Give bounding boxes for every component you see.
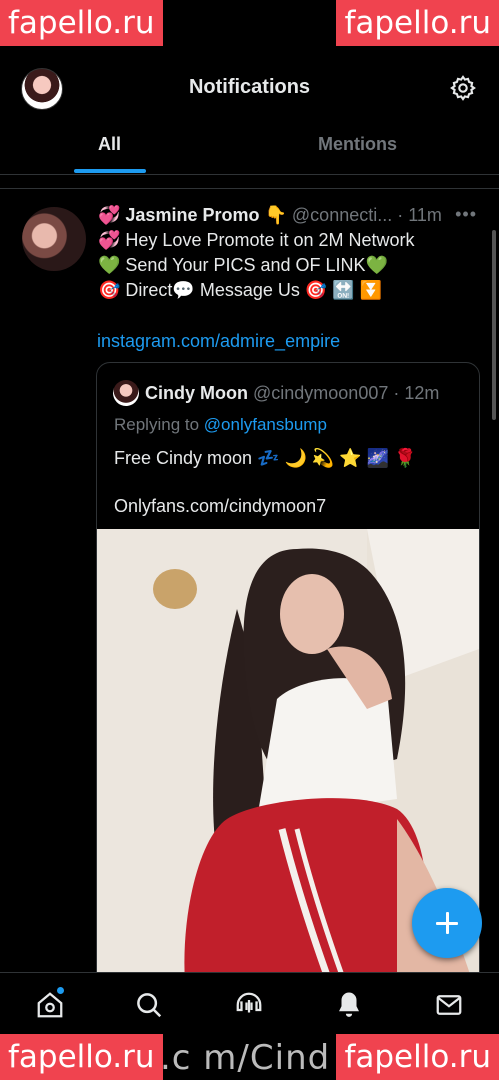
tab-all[interactable]: All <box>98 134 121 155</box>
tweet-author-handle: @connecti... <box>291 205 393 225</box>
tweet-time: · 11m <box>397 205 442 225</box>
watermark-top-left: fapello.ru <box>0 0 163 46</box>
replying-to: Replying to @onlyfansbump <box>114 415 327 435</box>
active-tab-indicator <box>74 169 146 173</box>
reply-mention-link[interactable]: @onlyfansbump <box>204 415 327 434</box>
mail-icon[interactable] <box>434 990 464 1020</box>
search-icon[interactable] <box>134 990 164 1020</box>
quoted-tweet-header: Cindy Moon @cindymoon007 · 12m <box>145 383 439 404</box>
tweet-text-line: 💞 Hey Love Promote it on 2M Network <box>98 230 415 250</box>
watermark-bottom-left: fapello.ru <box>0 1034 163 1080</box>
tweet-text-line: 🎯 Direct💬 Message Us 🎯 🔛 ⏬ <box>98 280 383 300</box>
top-bar: Notifications <box>0 60 499 118</box>
divider <box>0 188 499 189</box>
quoted-tweet-url[interactable]: Onlyfans.com/cindymoon7 <box>114 496 326 517</box>
bell-icon[interactable] <box>334 990 364 1020</box>
more-dots-icon[interactable]: ••• <box>455 204 477 225</box>
quoted-tweet-time: · 12m <box>393 383 440 403</box>
quoted-author-handle: @cindymoon007 <box>253 383 389 403</box>
new-content-dot <box>57 987 64 994</box>
watermark-top-right: fapello.ru <box>336 0 499 46</box>
gear-icon[interactable] <box>449 74 477 102</box>
compose-plus-icon[interactable] <box>412 888 482 958</box>
bottom-nav <box>0 972 499 1039</box>
replying-to-label: Replying to <box>114 415 200 434</box>
quoted-author-name: Cindy Moon <box>145 383 248 403</box>
tweet-author-avatar[interactable] <box>22 207 86 271</box>
tweet-header: 💞 Jasmine Promo 👇 @connecti... · 11m <box>98 205 442 226</box>
home-icon[interactable] <box>35 990 65 1020</box>
quoted-tweet-text: Free Cindy moon 💤 🌙 💫 ⭐ 🌌 🌹 <box>114 448 417 468</box>
quoted-author-avatar[interactable] <box>113 380 139 406</box>
notification-tabs: All Mentions <box>0 118 499 175</box>
tweet-author-name[interactable]: 💞 Jasmine Promo 👇 <box>98 205 287 225</box>
watermark-footer-text: .c m/Cind <box>160 1038 331 1078</box>
tweet-text-line: 💚 Send Your PICS and OF LINK💚 <box>98 255 388 275</box>
tab-mentions[interactable]: Mentions <box>318 134 397 155</box>
page-title: Notifications <box>188 76 311 98</box>
scrollbar[interactable] <box>492 230 496 420</box>
spaces-icon[interactable] <box>234 990 264 1020</box>
tweet-link[interactable]: instagram.com/admire_empire <box>97 331 340 352</box>
watermark-bottom-right: fapello.ru <box>336 1034 499 1080</box>
